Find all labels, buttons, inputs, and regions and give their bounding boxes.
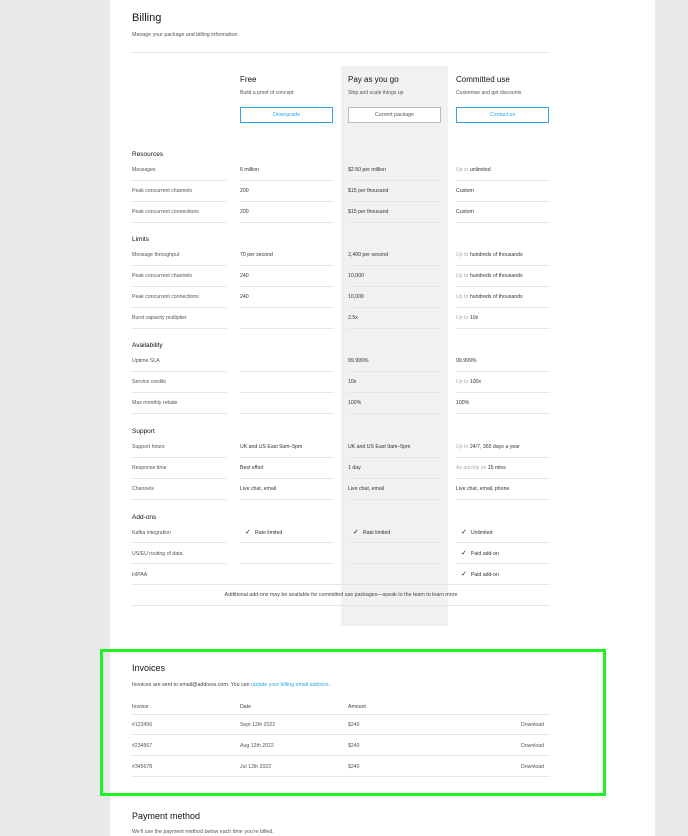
- cell-payg: Live chat, email: [348, 486, 385, 492]
- row-label: US/EU routing of data: [132, 551, 183, 557]
- check-icon: ✓: [245, 529, 251, 536]
- cell-free: ✓ Rate limited: [245, 529, 283, 536]
- addons-note: Additional add-ons may be available for …: [224, 592, 458, 598]
- check-icon: ✓: [461, 550, 467, 557]
- invoices-intro: Invoices are sent to email@address.com. …: [132, 682, 330, 688]
- invoice-amount: $240: [348, 743, 360, 749]
- cell-committed: Custom: [456, 188, 474, 194]
- cell-free: Live chat, email: [240, 486, 277, 492]
- row-label: Peak concurrent connections: [132, 209, 199, 215]
- update-billing-email-link[interactable]: update your billing email address: [251, 682, 328, 688]
- cell-free: UK and US East 9am–5pm: [240, 444, 303, 450]
- invoices-header-date: Date: [240, 704, 251, 710]
- section-title-addons: Add-ons: [132, 514, 157, 521]
- cell-committed: Up to hundreds of thousands: [456, 273, 523, 279]
- invoice-amount: $240: [348, 764, 360, 770]
- row-label: Channels: [132, 486, 154, 492]
- cell-committed: Up to hundreds of thousands: [456, 294, 523, 300]
- row-label: Peak concurrent connections: [132, 294, 199, 300]
- download-invoice-link[interactable]: Download: [521, 722, 544, 728]
- cell-committed: ✓ Paid add-on: [461, 571, 499, 578]
- page-title: Billing: [132, 12, 162, 24]
- cell-committed: Live chat, email, phone: [456, 486, 510, 492]
- row-label: Messages: [132, 167, 156, 173]
- check-icon: ✓: [461, 571, 467, 578]
- cell-free: 240: [240, 294, 249, 300]
- invoices-section: Invoices Invoices are sent to email@addr…: [100, 649, 606, 796]
- plan-free-title: Free: [240, 75, 257, 84]
- cell-payg: ✓ Rate limited: [353, 529, 391, 536]
- cell-committed: Custom: [456, 209, 474, 215]
- cell-committed: Up to 10x: [456, 315, 479, 321]
- plan-payg-title: Pay as you go: [348, 75, 399, 84]
- row-label: Max monthly rebate: [132, 400, 178, 406]
- cell-committed: ✓ Paid add-on: [461, 550, 499, 557]
- cell-free: 70 per second: [240, 252, 273, 258]
- cell-payg: 1 day: [348, 465, 361, 471]
- download-invoice-link[interactable]: Download: [521, 743, 544, 749]
- cell-payg: $2.50 per million: [348, 167, 387, 173]
- cell-payg: 99.999%: [348, 358, 369, 364]
- plan-payg-tagline: Ship and scale things up: [348, 90, 404, 96]
- cell-committed: ✓ Unlimited: [461, 529, 493, 536]
- invoices-title: Invoices: [132, 663, 166, 673]
- page-subtitle: Manage your package and billing informat…: [132, 32, 238, 38]
- invoices-header-invoice: Invoice: [132, 704, 149, 710]
- row-label: Burst capacity multiplier: [132, 315, 187, 321]
- section-title-limits: Limits: [132, 236, 149, 243]
- current-package-button[interactable]: Current package: [348, 107, 441, 123]
- cell-free: 200: [240, 209, 249, 215]
- row-label: Response time: [132, 465, 167, 471]
- invoice-amount: $240: [348, 722, 360, 728]
- cell-payg: $15 per thousand: [348, 188, 389, 194]
- row-label: Support hours: [132, 444, 165, 450]
- cell-free: 6 million: [240, 167, 260, 173]
- cell-committed: 99.999%: [456, 358, 477, 364]
- invoices-header-amount: Amount: [348, 704, 366, 710]
- row-label: Kafka integration: [132, 530, 171, 536]
- plan-committed-title: Committed use: [456, 75, 510, 84]
- invoice-number: #345678: [132, 764, 153, 770]
- check-icon: ✓: [461, 529, 467, 536]
- invoice-date: Sept 12th 2022: [240, 722, 276, 728]
- cell-free: 240: [240, 273, 249, 279]
- contact-us-button[interactable]: Contact us: [456, 107, 549, 123]
- cell-committed: 100%: [456, 400, 470, 406]
- cell-committed: Up to unlimited: [456, 167, 491, 173]
- cell-payg: 10,000: [348, 273, 364, 279]
- invoice-number: #234567: [132, 743, 153, 749]
- section-title-resources: Resources: [132, 151, 164, 158]
- cell-payg: $15 per thousand: [348, 209, 389, 215]
- row-label: Uptime SLA: [132, 358, 160, 364]
- cell-free: 200: [240, 188, 249, 194]
- download-invoice-link[interactable]: Download: [521, 764, 544, 770]
- cell-committed: Up to hundreds of thousands: [456, 252, 523, 258]
- plan-free-tagline: Build a proof of concept: [240, 90, 294, 96]
- cell-payg: UK and US East 9am–5pm: [348, 444, 411, 450]
- row-label: Service credits: [132, 379, 167, 385]
- invoice-date: Aug 12th 2022: [240, 743, 274, 749]
- cell-payg: 2.5x: [348, 315, 358, 321]
- check-icon: ✓: [353, 529, 359, 536]
- plan-committed-tagline: Customise and get discounts: [456, 90, 522, 96]
- row-label: Peak concurrent channels: [132, 273, 192, 279]
- cell-payg: 10,000: [348, 294, 364, 300]
- section-title-availability: Availability: [132, 342, 163, 349]
- cell-payg: 10x: [348, 379, 357, 385]
- cell-committed: Up to 100x: [456, 379, 482, 385]
- invoice-date: Jul 12th 2022: [240, 764, 272, 770]
- cell-committed: As quickly as 15 mins: [456, 465, 506, 471]
- section-title-support: Support: [132, 428, 155, 435]
- cell-committed: Up to 24/7, 365 days a year: [456, 444, 520, 450]
- row-label: HIPAA: [132, 572, 148, 578]
- cell-free: Best effort: [240, 465, 264, 471]
- invoice-number: #123456: [132, 722, 153, 728]
- row-label: Peak concurrent channels: [132, 188, 192, 194]
- downgrade-button[interactable]: Downgrade: [240, 107, 333, 123]
- payment-subtitle: We'll use the payment method below each …: [132, 829, 274, 835]
- cell-payg: 2,400 per second: [348, 252, 389, 258]
- row-label: Message throughput: [132, 252, 180, 258]
- payment-title: Payment method: [132, 811, 201, 821]
- cell-payg: 100%: [348, 400, 362, 406]
